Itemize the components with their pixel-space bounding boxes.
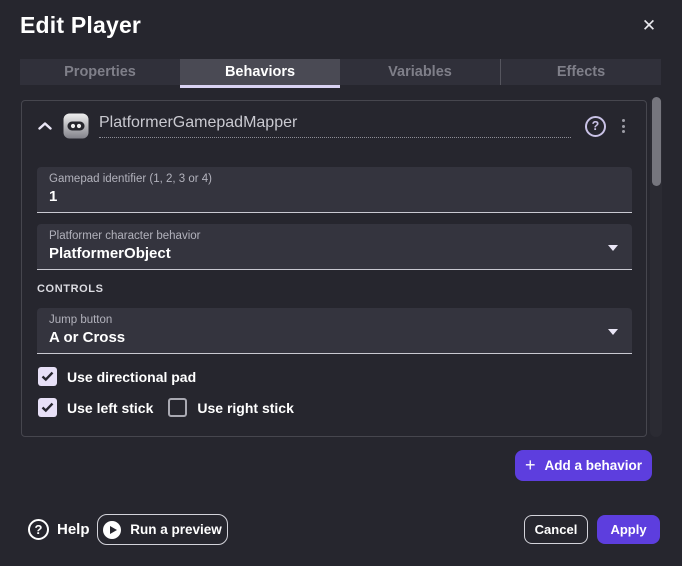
tab-variables[interactable]: Variables <box>340 59 500 85</box>
jump-button-value: A or Cross <box>49 329 620 346</box>
cancel-button[interactable]: Cancel <box>524 515 588 544</box>
use-directional-pad-option: Use directional pad <box>38 367 196 386</box>
jump-button-select[interactable]: Jump button A or Cross <box>37 308 632 354</box>
use-left-stick-checkbox[interactable] <box>38 398 57 417</box>
use-right-stick-label: Use right stick <box>197 400 293 416</box>
run-preview-button[interactable]: Run a preview <box>97 514 228 545</box>
chevron-down-icon <box>608 245 618 251</box>
help-icon: ? <box>28 519 49 540</box>
gamepad-identifier-label: Gamepad identifier (1, 2, 3 or 4) <box>49 173 620 185</box>
checkbox-row-1: Use directional pad <box>38 367 196 386</box>
scrollbar[interactable] <box>650 97 662 437</box>
use-directional-pad-checkbox[interactable] <box>38 367 57 386</box>
use-left-stick-label: Use left stick <box>67 400 153 416</box>
use-right-stick-checkbox[interactable] <box>168 398 187 417</box>
apply-button[interactable]: Apply <box>597 515 660 544</box>
help-button[interactable]: ? Help <box>28 519 90 540</box>
add-behavior-button[interactable]: + Add a behavior <box>515 450 652 481</box>
help-label: Help <box>57 521 90 538</box>
run-preview-label: Run a preview <box>130 522 222 537</box>
behavior-name-field[interactable]: PlatformerGamepadMapper <box>99 114 571 138</box>
platformer-behavior-value: PlatformerObject <box>49 245 620 262</box>
behavior-menu-icon[interactable] <box>614 116 632 136</box>
page-title: Edit Player <box>20 12 141 39</box>
platformer-behavior-select[interactable]: Platformer character behavior Platformer… <box>37 224 632 270</box>
gamepad-identifier-value: 1 <box>49 188 620 205</box>
jump-button-label: Jump button <box>49 314 620 326</box>
controls-section-label: CONTROLS <box>37 283 104 295</box>
use-directional-pad-label: Use directional pad <box>67 369 196 385</box>
plus-icon: + <box>525 455 536 476</box>
checkbox-row-2: Use left stick Use right stick <box>38 398 294 417</box>
gamepad-icon <box>63 113 89 139</box>
platformer-behavior-label: Platformer character behavior <box>49 230 620 242</box>
edit-player-dialog: Edit Player ✕ Properties Behaviors Varia… <box>0 0 682 566</box>
behaviors-list-panel: PlatformerGamepadMapper ? Gamepad identi… <box>21 100 647 437</box>
chevron-down-icon <box>608 329 618 335</box>
tab-properties[interactable]: Properties <box>20 59 180 85</box>
tab-effects[interactable]: Effects <box>500 59 661 85</box>
use-right-stick-option: Use right stick <box>168 398 293 417</box>
play-icon <box>103 521 121 539</box>
scrollbar-thumb[interactable] <box>652 97 661 186</box>
close-icon[interactable]: ✕ <box>638 15 660 37</box>
tab-behaviors[interactable]: Behaviors <box>180 59 340 85</box>
gamepad-identifier-field[interactable]: Gamepad identifier (1, 2, 3 or 4) 1 <box>37 167 632 213</box>
use-left-stick-option: Use left stick <box>38 398 153 417</box>
tab-bar: Properties Behaviors Variables Effects <box>20 59 661 85</box>
behavior-help-icon[interactable]: ? <box>585 116 606 137</box>
add-behavior-label: Add a behavior <box>544 458 642 473</box>
behavior-header: PlatformerGamepadMapper ? <box>37 112 632 140</box>
collapse-chevron-icon[interactable] <box>37 118 53 134</box>
